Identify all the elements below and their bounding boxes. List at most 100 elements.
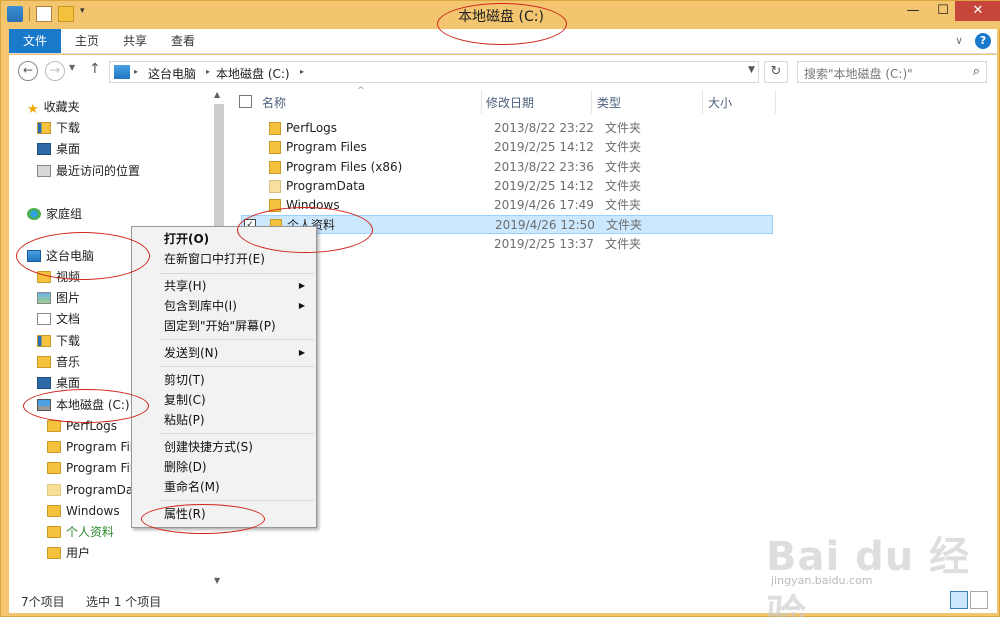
- menu-item-include-library[interactable]: 包含到库中(I) ▶: [133, 296, 315, 316]
- up-button[interactable]: ↑: [89, 61, 101, 77]
- context-menu: 打开(O) 在新窗口中打开(E) 共享(H) ▶ 包含到库中(I) ▶ 固定到"开始…: [131, 226, 317, 528]
- folder-icon: [47, 484, 61, 496]
- menu-item-paste[interactable]: 粘贴(P): [133, 410, 315, 430]
- annotation-ellipse: [23, 389, 149, 423]
- nav-windows[interactable]: Windows: [47, 501, 120, 521]
- nav-label: 文档: [56, 312, 81, 326]
- file-type: 文件夹: [605, 237, 642, 251]
- nav-pictures[interactable]: 图片: [37, 288, 80, 308]
- folder-icon: [269, 161, 281, 174]
- file-date: 2019/2/25 13:37: [494, 237, 594, 251]
- nav-homegroup[interactable]: 家庭组: [27, 204, 82, 224]
- item-count: 7个项目: [21, 595, 65, 609]
- close-button[interactable]: ✕: [955, 1, 1000, 21]
- table-row[interactable]: ProgramData 2019/2/25 14:12 文件夹: [241, 177, 773, 196]
- column-divider[interactable]: [702, 90, 703, 114]
- star-icon: ★: [27, 102, 39, 117]
- nav-music[interactable]: 音乐: [37, 352, 80, 372]
- column-divider[interactable]: [775, 90, 776, 114]
- menu-item-delete[interactable]: 删除(D): [133, 457, 315, 477]
- nav-recent[interactable]: 最近访问的位置: [37, 161, 140, 181]
- menu-divider: [160, 500, 314, 501]
- column-divider[interactable]: [481, 90, 482, 114]
- menu-item-pin-start[interactable]: 固定到"开始"屏幕(P): [133, 316, 315, 336]
- select-all-checkbox[interactable]: [239, 95, 252, 108]
- table-row[interactable]: Program Files 2019/2/25 14:12 文件夹: [241, 138, 773, 157]
- file-name: Program Files: [286, 140, 367, 154]
- search-input[interactable]: 搜索"本地磁盘 (C:)" ⌕: [797, 61, 987, 83]
- annotation-ellipse: [237, 207, 373, 253]
- menu-item-label: 共享(H): [164, 279, 207, 293]
- scroll-down-arrow-icon[interactable]: ▼: [214, 576, 220, 585]
- explorer-window: ▾ 本地磁盘 (C:) — ☐ ✕ 文件 主页 共享 查看 ∨ ? ← → ▼ …: [0, 0, 1000, 617]
- table-row[interactable]: Program Files (x86) 2013/8/22 23:36 文件夹: [241, 158, 773, 177]
- submenu-arrow-icon: ▶: [298, 281, 305, 290]
- folder-icon: [47, 526, 61, 538]
- breadcrumb-separator-icon[interactable]: ▸: [134, 67, 138, 76]
- tab-home[interactable]: 主页: [67, 29, 107, 53]
- annotation-ellipse: [437, 3, 567, 45]
- menu-item-copy[interactable]: 复制(C): [133, 390, 315, 410]
- menu-divider: [160, 273, 314, 274]
- breadcrumb-separator-icon[interactable]: ▸: [300, 67, 304, 76]
- address-row: ← → ▼ ↑ ▸ 这台电脑 ▸ 本地磁盘 (C:) ▸ ▼ ↻ 搜索"本地磁盘…: [9, 55, 997, 88]
- breadcrumb-separator-icon[interactable]: ▸: [206, 67, 210, 76]
- nav-label: 收藏夹: [43, 100, 80, 114]
- menu-item-share[interactable]: 共享(H) ▶: [133, 276, 315, 296]
- file-date: 2019/2/25 14:12: [494, 140, 594, 154]
- folder-icon: [269, 180, 281, 193]
- scroll-up-arrow-icon[interactable]: ▲: [214, 90, 220, 99]
- address-bar[interactable]: ▸ 这台电脑 ▸ 本地磁盘 (C:) ▸ ▼: [109, 61, 759, 83]
- menu-item-rename[interactable]: 重命名(M): [133, 477, 315, 497]
- recent-locations-chevron-icon[interactable]: ▼: [69, 63, 75, 72]
- expand-ribbon-chevron-icon[interactable]: ∨: [955, 29, 963, 53]
- column-divider[interactable]: [591, 90, 592, 114]
- file-name: Program Files (x86): [286, 160, 403, 174]
- minimize-button[interactable]: —: [899, 3, 927, 25]
- nav-documents[interactable]: 文档: [37, 309, 80, 329]
- nav-label: 下载: [56, 334, 81, 348]
- breadcrumb-this-pc[interactable]: 这台电脑: [148, 65, 196, 82]
- tab-view[interactable]: 查看: [163, 29, 203, 53]
- nav-downloads[interactable]: 下载: [37, 118, 80, 138]
- nav-favorites[interactable]: ★ 收藏夹: [27, 97, 80, 117]
- nav-personal-data[interactable]: 个人资料: [47, 522, 114, 542]
- menu-item-send-to[interactable]: 发送到(N) ▶: [133, 343, 315, 363]
- tab-share[interactable]: 共享: [115, 29, 155, 53]
- recent-places-icon: [37, 165, 51, 177]
- column-header-type[interactable]: 类型: [597, 94, 621, 111]
- help-icon[interactable]: ?: [975, 33, 991, 49]
- table-row[interactable]: PerfLogs 2013/8/22 23:22 文件夹: [241, 119, 773, 138]
- file-date: 2013/8/22 23:22: [494, 121, 594, 135]
- file-list: ^ 名称 修改日期 类型 大小 PerfLogs 2013/8/22 23:22…: [229, 86, 997, 589]
- menu-item-label: 包含到库中(I): [164, 299, 237, 313]
- breadcrumb-local-disk[interactable]: 本地磁盘 (C:): [216, 65, 290, 82]
- nav-label: 最近访问的位置: [56, 164, 141, 178]
- baidu-watermark-logo: Bai du 经验: [766, 534, 971, 617]
- forward-button[interactable]: →: [45, 61, 65, 81]
- menu-item-create-shortcut[interactable]: 创建快捷方式(S): [133, 437, 315, 457]
- menu-item-cut[interactable]: 剪切(T): [133, 370, 315, 390]
- maximize-button[interactable]: ☐: [929, 3, 957, 25]
- search-icon[interactable]: ⌕: [973, 64, 980, 79]
- folder-icon: [47, 547, 61, 559]
- file-date: 2013/8/22 23:36: [494, 160, 594, 174]
- annotation-ellipse: [141, 504, 265, 534]
- homegroup-icon: [27, 208, 41, 220]
- submenu-arrow-icon: ▶: [298, 348, 305, 357]
- back-button[interactable]: ←: [18, 61, 38, 81]
- folder-icon: [269, 141, 281, 154]
- selected-count: 选中 1 个项目: [86, 595, 162, 609]
- column-header-date[interactable]: 修改日期: [486, 94, 534, 111]
- column-header-name[interactable]: 名称: [262, 94, 286, 111]
- nav-label: 图片: [56, 291, 81, 305]
- column-header-size[interactable]: 大小: [708, 94, 732, 111]
- folder-icon: [269, 122, 281, 135]
- nav-users[interactable]: 用户: [47, 543, 90, 563]
- address-history-chevron-icon[interactable]: ▼: [748, 65, 755, 75]
- nav-desktop[interactable]: 桌面: [37, 139, 80, 159]
- documents-folder-icon: [37, 313, 51, 325]
- tab-file[interactable]: 文件: [9, 29, 61, 53]
- nav-downloads-pc[interactable]: 下载: [37, 331, 80, 351]
- refresh-button[interactable]: ↻: [764, 61, 788, 83]
